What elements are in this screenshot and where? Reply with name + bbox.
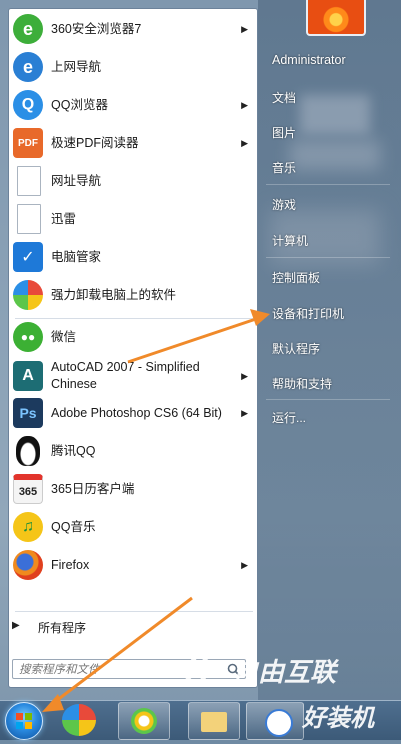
start-menu-program-list: e 360安全浏览器7 ▶ e 上网导航 Q QQ浏览器 ▶ PDF 极速PDF…: [8, 8, 258, 688]
help-and-support-link[interactable]: 帮助和支持: [272, 375, 332, 392]
ie-icon: e: [13, 52, 43, 82]
divider: [266, 257, 390, 258]
games-link[interactable]: 游戏: [272, 196, 296, 213]
uninstall-icon: [13, 280, 43, 310]
user-avatar[interactable]: [306, 0, 366, 36]
run-link[interactable]: 运行...: [272, 409, 306, 426]
music-link[interactable]: 音乐: [272, 159, 296, 176]
taskbar-browser-button[interactable]: [118, 702, 170, 740]
program-label: 365日历客户端: [51, 482, 135, 496]
all-programs-label: 所有程序: [38, 621, 87, 635]
calendar-365-icon: 365: [13, 474, 43, 504]
autocad-icon: A: [13, 361, 43, 391]
program-label: 360安全浏览器7: [51, 22, 142, 36]
program-label: Firefox: [51, 558, 90, 572]
windows-logo-icon: [16, 713, 32, 729]
watermark-text: 自由互联: [232, 657, 337, 687]
document-icon: [17, 166, 41, 196]
qq-browser-icon: Q: [13, 90, 43, 120]
submenu-arrow-icon: ▶: [241, 370, 248, 381]
program-item[interactable]: 强力卸载电脑上的软件: [9, 277, 258, 313]
default-programs-link[interactable]: 默认程序: [272, 340, 320, 357]
program-item[interactable]: A AutoCAD 2007 - Simplified Chinese ▶: [9, 357, 258, 395]
360-browser-icon: e: [13, 14, 43, 44]
submenu-arrow-icon: ▶: [241, 407, 248, 418]
program-label: 网址导航: [51, 174, 102, 188]
qq-browser-icon: [131, 708, 157, 734]
search-field[interactable]: [12, 659, 246, 679]
program-item[interactable]: Ps Adobe Photoshop CS6 (64 Bit) ▶: [9, 395, 258, 431]
taskbar-app-button[interactable]: [246, 702, 304, 740]
program-label: 强力卸载电脑上的软件: [51, 288, 177, 302]
program-label: 极速PDF阅读器: [51, 136, 139, 150]
control-panel-link[interactable]: 控制面板: [272, 269, 320, 286]
taskbar-uninstall-icon[interactable]: [62, 704, 96, 736]
wechat-icon: ●●: [13, 322, 43, 352]
program-label: 上网导航: [51, 60, 102, 74]
program-item[interactable]: 腾讯QQ: [9, 433, 258, 469]
program-label: 迅雷: [51, 212, 77, 226]
documents-link[interactable]: 文档: [272, 89, 296, 106]
watermark-x-logo: X: [186, 650, 209, 688]
program-item[interactable]: e 上网导航: [9, 49, 258, 85]
program-item[interactable]: Firefox ▶: [9, 547, 258, 583]
submenu-arrow-icon: ▶: [241, 23, 248, 34]
program-item[interactable]: ●● 微信: [9, 319, 258, 355]
qq-penguin-icon: [16, 436, 40, 466]
program-label: QQ音乐: [51, 520, 96, 534]
submenu-arrow-icon: ▶: [241, 559, 248, 570]
program-item[interactable]: e 360安全浏览器7 ▶: [9, 11, 258, 47]
expand-arrow-icon: ▶: [12, 620, 20, 631]
program-item[interactable]: 迅雷: [9, 201, 258, 237]
user-name-link[interactable]: Administrator: [272, 53, 346, 67]
pc-manager-icon: ✓: [13, 242, 43, 272]
program-label: 微信: [51, 330, 77, 344]
program-item[interactable]: 365 365日历客户端: [9, 471, 258, 507]
document-icon: [17, 204, 41, 234]
program-label-line2: Chinese: [51, 377, 97, 391]
submenu-arrow-icon: ▶: [241, 137, 248, 148]
program-item[interactable]: 网址导航: [9, 163, 258, 199]
pictures-link[interactable]: 图片: [272, 124, 296, 141]
devices-and-printers-link[interactable]: 设备和打印机: [272, 305, 344, 322]
firefox-icon: [13, 550, 43, 580]
app-icon: [265, 709, 293, 737]
photoshop-icon: Ps: [13, 398, 43, 428]
all-programs-button[interactable]: ▶ 所有程序: [8, 617, 238, 637]
program-item[interactable]: ♫ QQ音乐: [9, 509, 258, 545]
program-item[interactable]: PDF 极速PDF阅读器 ▶: [9, 125, 258, 161]
submenu-arrow-icon: ▶: [241, 99, 248, 110]
folder-icon: [201, 712, 227, 732]
divider: [266, 399, 390, 400]
qq-music-icon: ♫: [13, 512, 43, 542]
taskbar-explorer-button[interactable]: [188, 702, 240, 740]
pdf-reader-icon: PDF: [13, 128, 43, 158]
divider: [266, 184, 390, 185]
program-label: Adobe Photoshop CS6 (64 Bit): [51, 406, 222, 420]
program-label: 腾讯QQ: [51, 444, 96, 458]
start-button[interactable]: [5, 702, 43, 740]
program-item[interactable]: Q QQ浏览器 ▶: [9, 87, 258, 123]
divider: [15, 611, 253, 612]
program-label: QQ浏览器: [51, 98, 108, 112]
watermark-text: 好装机: [302, 705, 374, 732]
program-item[interactable]: ✓ 电脑管家: [9, 239, 258, 275]
program-label-line1: AutoCAD 2007 - Simplified: [51, 360, 200, 374]
computer-link[interactable]: 计算机: [272, 232, 308, 249]
program-label: 电脑管家: [51, 250, 102, 264]
